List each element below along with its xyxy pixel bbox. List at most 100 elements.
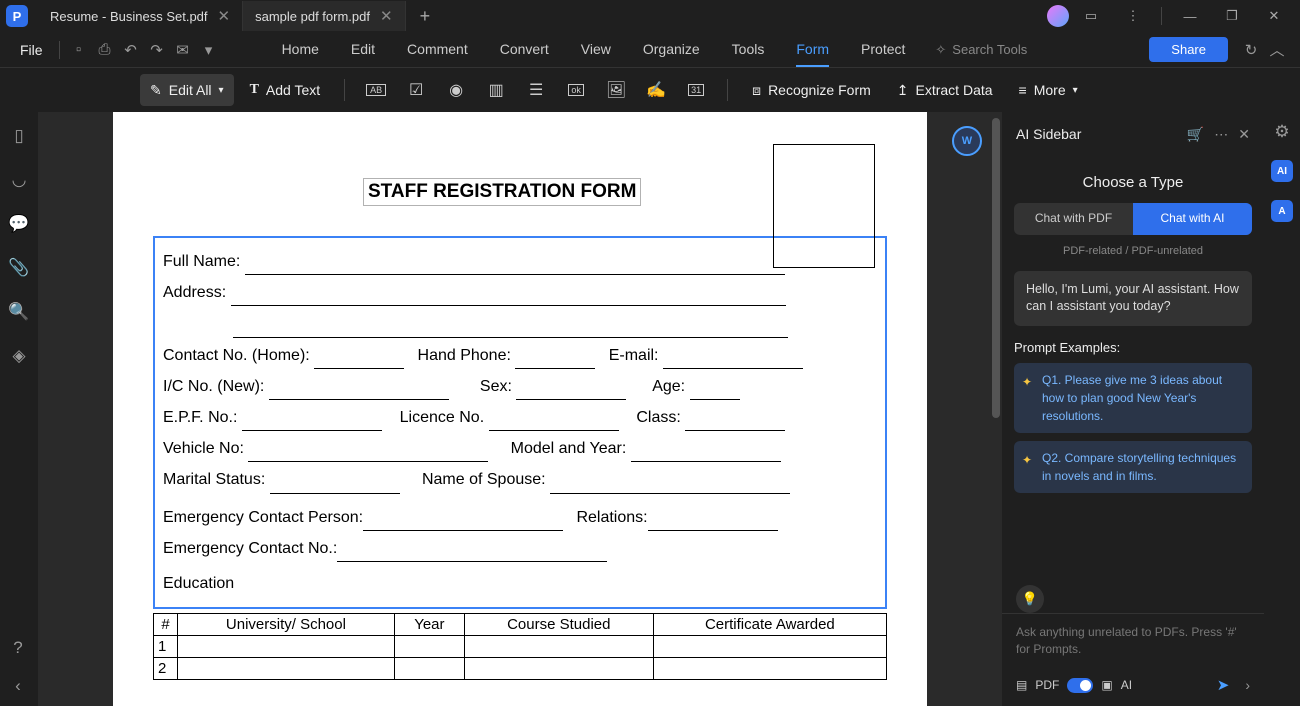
add-text-label: Add Text: [266, 82, 320, 98]
scrollbar[interactable]: [992, 118, 1000, 418]
prompt-example-1[interactable]: Q1. Please give me 3 ideas about how to …: [1014, 363, 1252, 433]
extract-data-button[interactable]: ↥ Extract Data: [887, 74, 1003, 106]
chat-pdf-button[interactable]: Chat with PDF: [1014, 203, 1133, 235]
search-tools-label: Search Tools: [952, 42, 1027, 57]
chevron-down-icon: ▾: [219, 85, 224, 96]
at-pill[interactable]: A: [1271, 200, 1293, 222]
menu-edit[interactable]: Edit: [351, 33, 375, 67]
menu-home[interactable]: Home: [282, 33, 319, 67]
back-icon[interactable]: ‹: [8, 676, 28, 696]
avatar[interactable]: [1047, 5, 1069, 27]
cart-icon[interactable]: 🛒: [1187, 126, 1204, 143]
menu-tools[interactable]: Tools: [732, 33, 765, 67]
form-fields-area: Full Name: Address: Contact No. (Home): …: [153, 236, 887, 609]
text-icon: T: [250, 82, 259, 98]
document-area[interactable]: STAFF REGISTRATION FORM Full Name: Addre…: [38, 112, 1002, 706]
menu-bar: File ▫ ⎙ ↶ ↷ ✉ ▾ Home Edit Comment Conve…: [0, 32, 1300, 68]
th-cert: Certificate Awarded: [653, 614, 886, 636]
collapse-icon[interactable]: ︿: [1264, 37, 1290, 63]
share-button[interactable]: Share: [1149, 37, 1228, 62]
minimize-button[interactable]: —: [1170, 0, 1210, 32]
menu-form[interactable]: Form: [796, 33, 829, 67]
date-icon[interactable]: 31: [679, 76, 713, 104]
checkbox-icon[interactable]: ☑: [399, 76, 433, 104]
mail-icon[interactable]: ✉: [170, 37, 196, 63]
thumbnail-icon[interactable]: ▯: [9, 126, 29, 146]
menu-protect[interactable]: Protect: [861, 33, 905, 67]
search-icon[interactable]: 🔍: [9, 302, 29, 322]
redo-icon[interactable]: ↷: [144, 37, 170, 63]
search-tools[interactable]: ✧ Search Tools: [935, 42, 1027, 58]
tab-sample[interactable]: sample pdf form.pdf ✕: [243, 1, 405, 31]
menu-comment[interactable]: Comment: [407, 33, 468, 67]
settings-icon[interactable]: ⚙: [1272, 122, 1292, 142]
tab-label: sample pdf form.pdf: [255, 9, 370, 24]
image-field-icon[interactable]: 🖼: [599, 76, 633, 104]
button-field-icon[interactable]: ok: [559, 76, 593, 104]
scan-icon: ⧈: [752, 82, 761, 99]
close-icon[interactable]: ✕: [1238, 126, 1250, 143]
attachment-icon[interactable]: 📎: [9, 258, 29, 278]
dropdown-field-icon[interactable]: ▥: [479, 76, 513, 104]
dropdown-icon[interactable]: ▾: [196, 37, 222, 63]
more-button[interactable]: ≡ More ▾: [1009, 74, 1088, 106]
maximize-button[interactable]: ❐: [1212, 0, 1252, 32]
label-fullname: Full Name:: [163, 253, 240, 270]
comment-icon[interactable]: 💬: [9, 214, 29, 234]
choose-type-title: Choose a Type: [1014, 174, 1252, 191]
label-licence: Licence No.: [400, 409, 485, 426]
file-menu[interactable]: File: [10, 42, 53, 58]
chat-input-area[interactable]: Ask anything unrelated to PDFs. Press '#…: [1002, 613, 1264, 668]
help-icon[interactable]: ?: [8, 638, 28, 658]
expand-icon[interactable]: ›: [1245, 677, 1250, 693]
chevron-down-icon: ▾: [1073, 85, 1078, 96]
label-sex: Sex:: [480, 378, 512, 395]
mode-toggle[interactable]: [1067, 678, 1093, 693]
bulb-icon[interactable]: 💡: [1016, 585, 1044, 613]
label-emerg-no: Emergency Contact No.:: [163, 540, 337, 557]
upload-icon: ↥: [897, 82, 909, 99]
kebab-icon[interactable]: ⋮: [1113, 0, 1153, 32]
form-title: STAFF REGISTRATION FORM: [363, 178, 641, 206]
signature-icon[interactable]: ✍: [639, 76, 673, 104]
list-icon[interactable]: ☰: [519, 76, 553, 104]
add-text-button[interactable]: T Add Text: [240, 74, 331, 106]
ai-pill[interactable]: AI: [1271, 160, 1293, 182]
layers-icon[interactable]: ◈: [9, 346, 29, 366]
extract-label: Extract Data: [916, 82, 993, 98]
menu-organize[interactable]: Organize: [643, 33, 700, 67]
close-button[interactable]: ✕: [1254, 0, 1294, 32]
undo-icon[interactable]: ↶: [118, 37, 144, 63]
bookmark-icon[interactable]: ◡: [9, 170, 29, 190]
prompt-example-2[interactable]: Q2. Compare storytelling techniques in n…: [1014, 441, 1252, 493]
row-2: 2: [154, 658, 178, 680]
label-class: Class:: [636, 409, 680, 426]
more-icon[interactable]: ⋯: [1214, 126, 1228, 143]
row-1: 1: [154, 636, 178, 658]
close-icon[interactable]: ✕: [218, 7, 231, 25]
menu-convert[interactable]: Convert: [500, 33, 549, 67]
cloud-icon[interactable]: ↻: [1238, 37, 1264, 63]
save-icon[interactable]: ▫: [66, 37, 92, 63]
recognize-form-button[interactable]: ⧈ Recognize Form: [742, 74, 881, 106]
close-icon[interactable]: ✕: [380, 7, 393, 25]
add-tab-button[interactable]: +: [406, 6, 445, 27]
education-table: # University/ School Year Course Studied…: [153, 613, 887, 680]
edit-all-label: Edit All: [169, 82, 212, 98]
th-num: #: [154, 614, 178, 636]
tab-label: Resume - Business Set.pdf: [50, 9, 208, 24]
label-emerg-person: Emergency Contact Person:: [163, 509, 363, 526]
left-rail: ▯ ◡ 💬 📎 🔍 ◈ ? ‹: [0, 112, 38, 706]
textfield-icon[interactable]: AB: [359, 76, 393, 104]
chat-ai-button[interactable]: Chat with AI: [1133, 203, 1252, 235]
send-icon[interactable]: ➤: [1217, 676, 1230, 694]
floating-badge[interactable]: W: [952, 126, 982, 156]
radio-icon[interactable]: ◉: [439, 76, 473, 104]
photo-placeholder: [773, 144, 875, 268]
chat-icon[interactable]: ▭: [1071, 0, 1111, 32]
menu-view[interactable]: View: [581, 33, 611, 67]
pencil-icon: ✎: [150, 82, 162, 99]
print-icon[interactable]: ⎙: [92, 37, 118, 63]
tab-resume[interactable]: Resume - Business Set.pdf ✕: [38, 1, 243, 31]
edit-all-button[interactable]: ✎ Edit All ▾: [140, 74, 234, 106]
